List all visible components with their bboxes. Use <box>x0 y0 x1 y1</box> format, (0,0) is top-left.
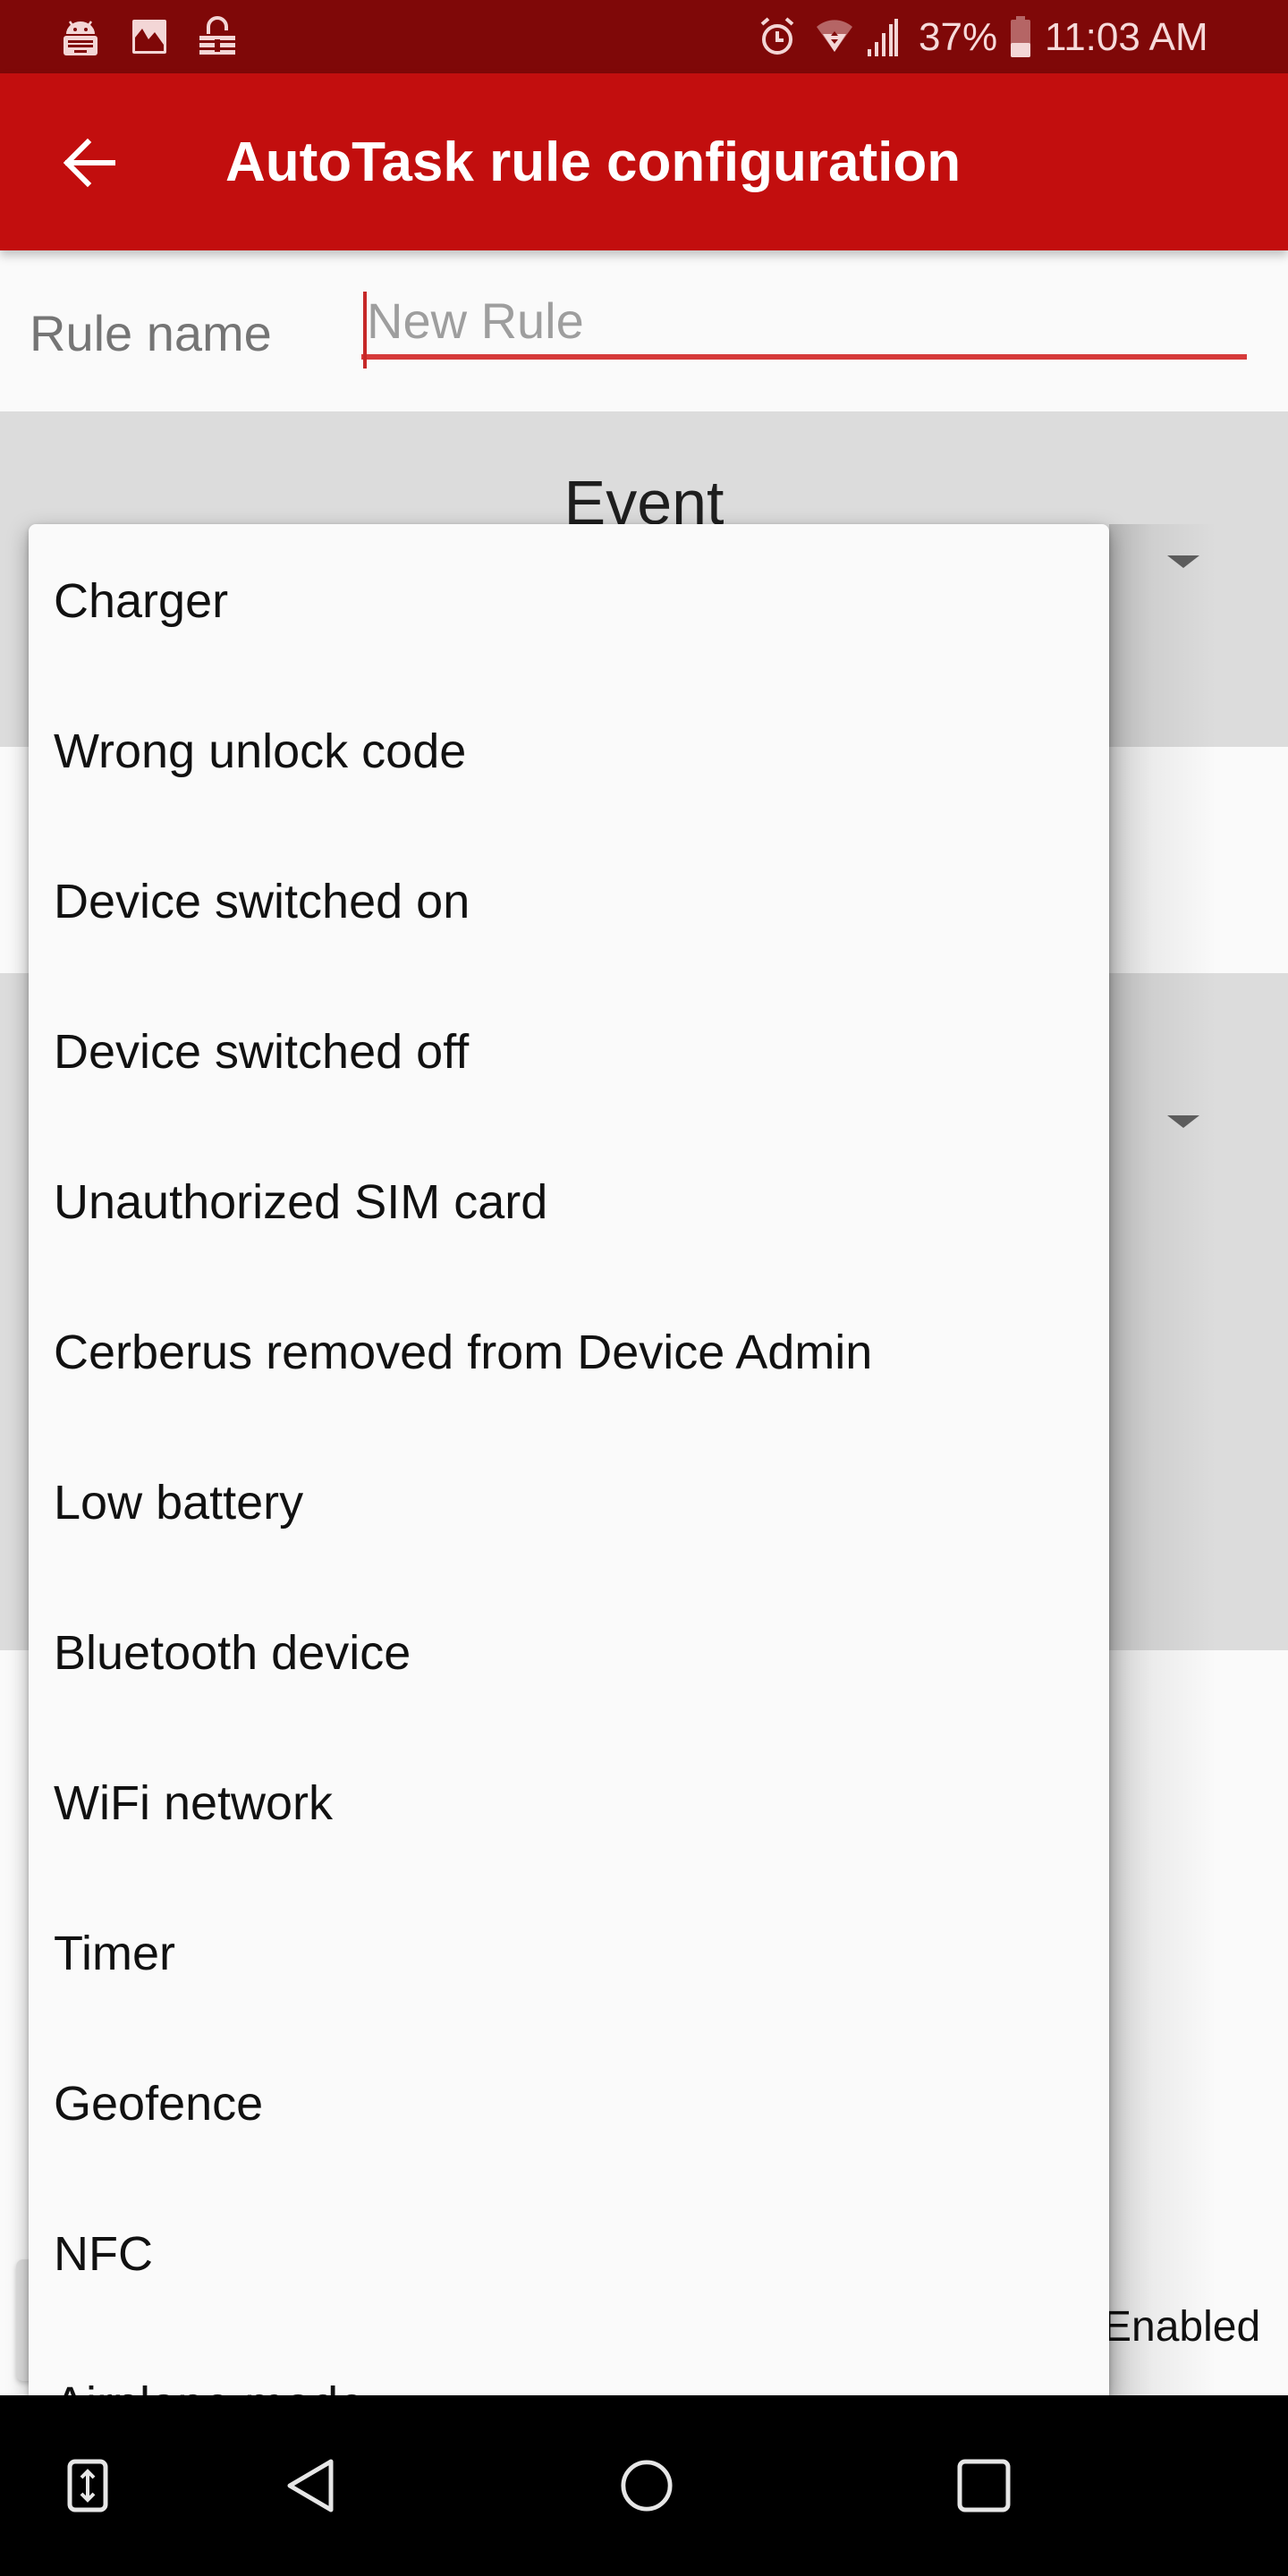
battery-percent: 37% <box>919 15 998 59</box>
event-dropdown-popup: Charger Wrong unlock code Device switched … <box>29 524 1109 2395</box>
event-option[interactable]: Charger <box>29 526 1109 676</box>
home-button[interactable] <box>620 2445 674 2526</box>
clock: 11:03 AM <box>1045 15 1208 59</box>
status-bar: 37% 11:03 AM <box>0 0 1288 73</box>
rule-name-input[interactable] <box>361 286 1247 360</box>
app-bar: AutoTask rule configuration <box>0 73 1288 250</box>
rule-name-row: Rule name <box>0 250 1288 411</box>
event-option[interactable]: Device switched off <box>29 977 1109 1127</box>
arrow-back-icon <box>63 138 115 188</box>
navigation-bar <box>0 2395 1288 2576</box>
keyboard-switch-button[interactable] <box>63 2445 113 2526</box>
wifi-icon <box>815 16 854 57</box>
enabled-label: Enabled <box>1103 2303 1261 2351</box>
page-title: AutoTask rule configuration <box>225 131 962 193</box>
back-button[interactable] <box>54 127 125 199</box>
keyboard-switch-icon <box>67 2459 108 2512</box>
event-option[interactable]: Low battery <box>29 1428 1109 1578</box>
battery-icon <box>1011 16 1030 57</box>
android-keyboard-icon <box>61 16 100 57</box>
event-options-list[interactable]: Charger Wrong unlock code Device switched … <box>29 524 1109 2395</box>
event-option[interactable]: Wrong unlock code <box>29 676 1109 826</box>
event-option[interactable]: WiFi network <box>29 1728 1109 1878</box>
event-option[interactable]: Geofence <box>29 2029 1109 2179</box>
event-dropdown-arrow-icon[interactable] <box>1167 555 1199 568</box>
signal-icon <box>868 16 898 57</box>
image-icon <box>131 16 167 57</box>
back-icon <box>287 2459 334 2512</box>
event-option[interactable]: NFC <box>29 2179 1109 2329</box>
event-option[interactable]: Device switched on <box>29 826 1109 977</box>
event-option[interactable]: Bluetooth device <box>29 1578 1109 1728</box>
alarm-icon <box>758 16 796 57</box>
text-cursor <box>363 292 367 369</box>
event-option[interactable]: Unauthorized SIM card <box>29 1127 1109 1277</box>
event-option[interactable]: Airplane mode <box>29 2329 1109 2395</box>
recents-button[interactable] <box>956 2445 1012 2526</box>
event-option[interactable]: Cerberus removed from Device Admin <box>29 1277 1109 1428</box>
event-option[interactable]: Timer <box>29 1878 1109 2029</box>
home-icon <box>621 2460 673 2512</box>
rule-name-label: Rule name <box>30 305 272 361</box>
recents-icon <box>957 2459 1011 2512</box>
nav-back-button[interactable] <box>284 2445 338 2526</box>
vpn-lock-icon <box>198 16 237 57</box>
action-dropdown-arrow-icon[interactable] <box>1167 1115 1199 1128</box>
